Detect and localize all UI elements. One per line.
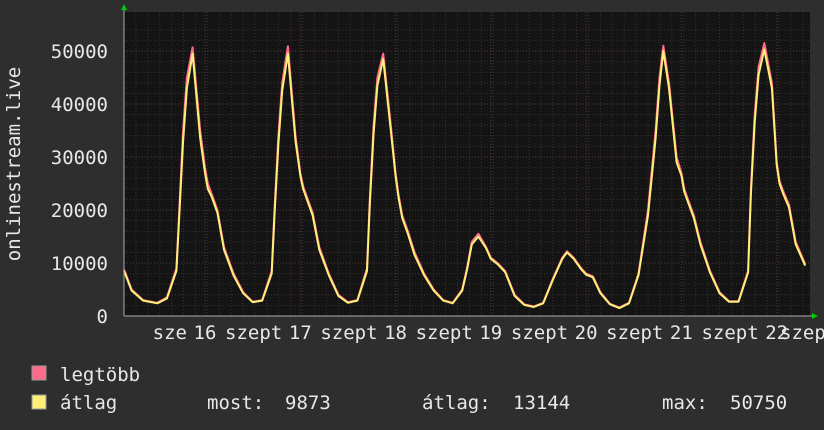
x-tick-label-day: 17 <box>289 322 312 344</box>
x-tick-label-day: 20 <box>575 322 598 344</box>
legend-stat-now-value: 9873 <box>285 392 331 414</box>
y-tick-label: 50000 <box>51 41 108 63</box>
x-tick-label-month: szept <box>225 322 282 344</box>
y-tick-label: 20000 <box>51 200 108 222</box>
legend-stat-now-label: most: <box>207 392 264 414</box>
legend-label-avg: átlag <box>60 392 117 414</box>
x-tick-label-day: 16 <box>194 322 217 344</box>
legend-stat-max-value: 50750 <box>730 392 787 414</box>
x-tick-label-trailing: szep <box>780 322 824 344</box>
legend-stat-avg-value: 13144 <box>513 392 570 414</box>
x-tick-label-month: szept <box>511 322 568 344</box>
legend-label-max: legtöbb <box>60 364 140 386</box>
x-tick-label-month: szept <box>320 322 377 344</box>
x-tick-label-day: 19 <box>479 322 502 344</box>
y-axis-label: onlinestream.live <box>3 67 25 261</box>
legend-swatch-max <box>31 365 47 381</box>
x-tick-label-month: szept <box>416 322 473 344</box>
chart: onlinestream.live 0 10000 20000 30000 40000 5… <box>0 0 824 430</box>
legend-stat-max-label: max: <box>662 392 708 414</box>
x-tick-label-month: szept <box>606 322 663 344</box>
legend-swatch-avg <box>31 394 47 410</box>
y-tick-label: 10000 <box>51 253 108 275</box>
y-tick-label: 0 <box>97 306 108 328</box>
legend-stat-avg-label: átlag: <box>422 392 491 414</box>
x-tick-labels: sze 16 szept 17 szept 18 szept 19 szept 20 szept 21… <box>153 322 824 344</box>
x-tick-label-day: 18 <box>384 322 407 344</box>
x-tick-label-month: szept <box>701 322 758 344</box>
y-tick-label: 30000 <box>51 147 108 169</box>
x-tick-label-day: 21 <box>670 322 693 344</box>
x-tick-label-month: sze <box>153 322 187 344</box>
y-tick-label: 40000 <box>51 94 108 116</box>
